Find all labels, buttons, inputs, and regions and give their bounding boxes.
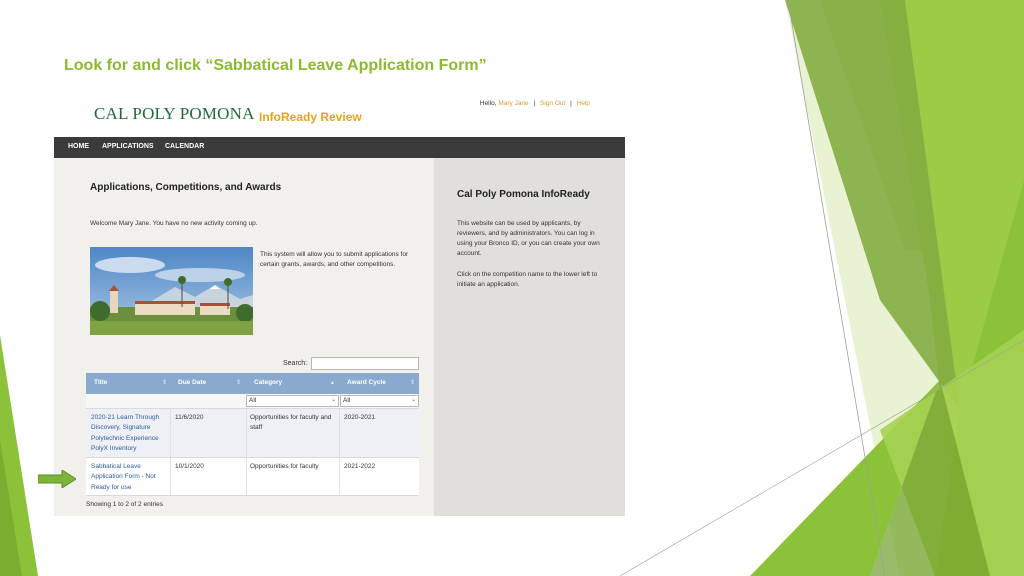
nav-bar: HOME APPLICATIONS CALENDAR — [54, 137, 625, 158]
welcome-text: Welcome Mary Jane. You have no new activ… — [90, 220, 258, 227]
logo: CAL POLY POMONA — [94, 104, 255, 123]
sabbatical-leave-link[interactable]: Sabbatical Leave Application Form - Not … — [91, 462, 167, 493]
category-filter-select[interactable]: All ⌄ — [246, 395, 339, 407]
sidebar-description: This website can be used by applicants, … — [457, 220, 600, 257]
column-header-title[interactable]: Title — [94, 379, 107, 386]
row-category: Opportunities for faculty and staff — [250, 414, 332, 432]
table-header: Title ⇕ Due Date ⇕ Category ▴ Award Cycl… — [86, 373, 419, 394]
chevron-down-icon: ⌄ — [410, 397, 416, 403]
chevron-down-icon: ⌄ — [330, 397, 336, 403]
sort-icon[interactable]: ⇕ — [410, 379, 415, 386]
column-header-due-date[interactable]: Due Date — [178, 379, 206, 386]
search-input[interactable] — [311, 357, 419, 370]
user-links: Hello, Mary Jane | Sign Out | Help — [480, 100, 590, 107]
sidebar-instruction: Click on the competition name to the low… — [457, 271, 598, 288]
slide-title: Look for and click “Sabbatical Leave App… — [64, 57, 487, 74]
table-row: 2020-21 Learn Through Discovery, Signatu… — [86, 408, 419, 457]
intro-text: This system will allow you to submit app… — [260, 251, 409, 268]
row-award-cycle: 2020-2021 — [344, 414, 376, 421]
award-cycle-filter-select[interactable]: All ⌄ — [340, 395, 419, 407]
sort-icon[interactable]: ▴ — [331, 379, 334, 386]
page-heading: Applications, Competitions, and Awards — [90, 182, 282, 193]
row-award-cycle: 2021-2022 — [344, 463, 376, 470]
category-filter-value: All — [249, 397, 257, 404]
sort-icon[interactable]: ⇕ — [162, 379, 167, 386]
user-name-link[interactable]: Mary Jane — [498, 100, 528, 107]
help-link[interactable]: Help — [577, 100, 590, 107]
separator: | — [570, 100, 572, 107]
sidebar-heading: Cal Poly Pomona InfoReady — [457, 189, 590, 200]
award-cycle-filter-value: All — [343, 397, 351, 404]
separator: | — [533, 100, 536, 107]
main-content: Applications, Competitions, and Awards W… — [54, 158, 434, 516]
screenshot-panel: CAL POLY POMONA InfoReady Review Hello, … — [54, 92, 625, 516]
table-info: Showing 1 to 2 of 2 entries — [86, 501, 163, 508]
row-category: Opportunities for faculty — [250, 463, 319, 470]
hello-text: Hello, — [479, 100, 497, 107]
row-due-date: 11/6/2020 — [175, 414, 204, 421]
search-label: Search: — [283, 360, 308, 367]
right-arrow-icon — [38, 470, 76, 488]
table-row: Sabbatical Leave Application Form - Not … — [86, 457, 419, 496]
sidebar: Cal Poly Pomona InfoReady This website c… — [434, 158, 625, 516]
logo-subtitle: InfoReady Review — [259, 110, 362, 124]
nav-home[interactable]: HOME — [68, 143, 89, 150]
sort-icon[interactable]: ⇕ — [236, 379, 241, 386]
sign-out-link[interactable]: Sign Out — [540, 100, 565, 107]
row-title-link[interactable]: 2020-21 Learn Through Discovery, Signatu… — [91, 413, 169, 455]
column-header-award-cycle[interactable]: Award Cycle — [347, 379, 386, 386]
nav-applications[interactable]: APPLICATIONS — [102, 143, 154, 150]
applications-table: Title ⇕ Due Date ⇕ Category ▴ Award Cycl… — [86, 373, 419, 496]
nav-calendar[interactable]: CALENDAR — [165, 143, 204, 150]
column-header-category[interactable]: Category — [254, 379, 282, 386]
campus-photo — [90, 247, 253, 335]
filter-row: All ⌄ All ⌄ — [86, 394, 419, 408]
row-due-date: 10/1/2020 — [175, 463, 204, 470]
